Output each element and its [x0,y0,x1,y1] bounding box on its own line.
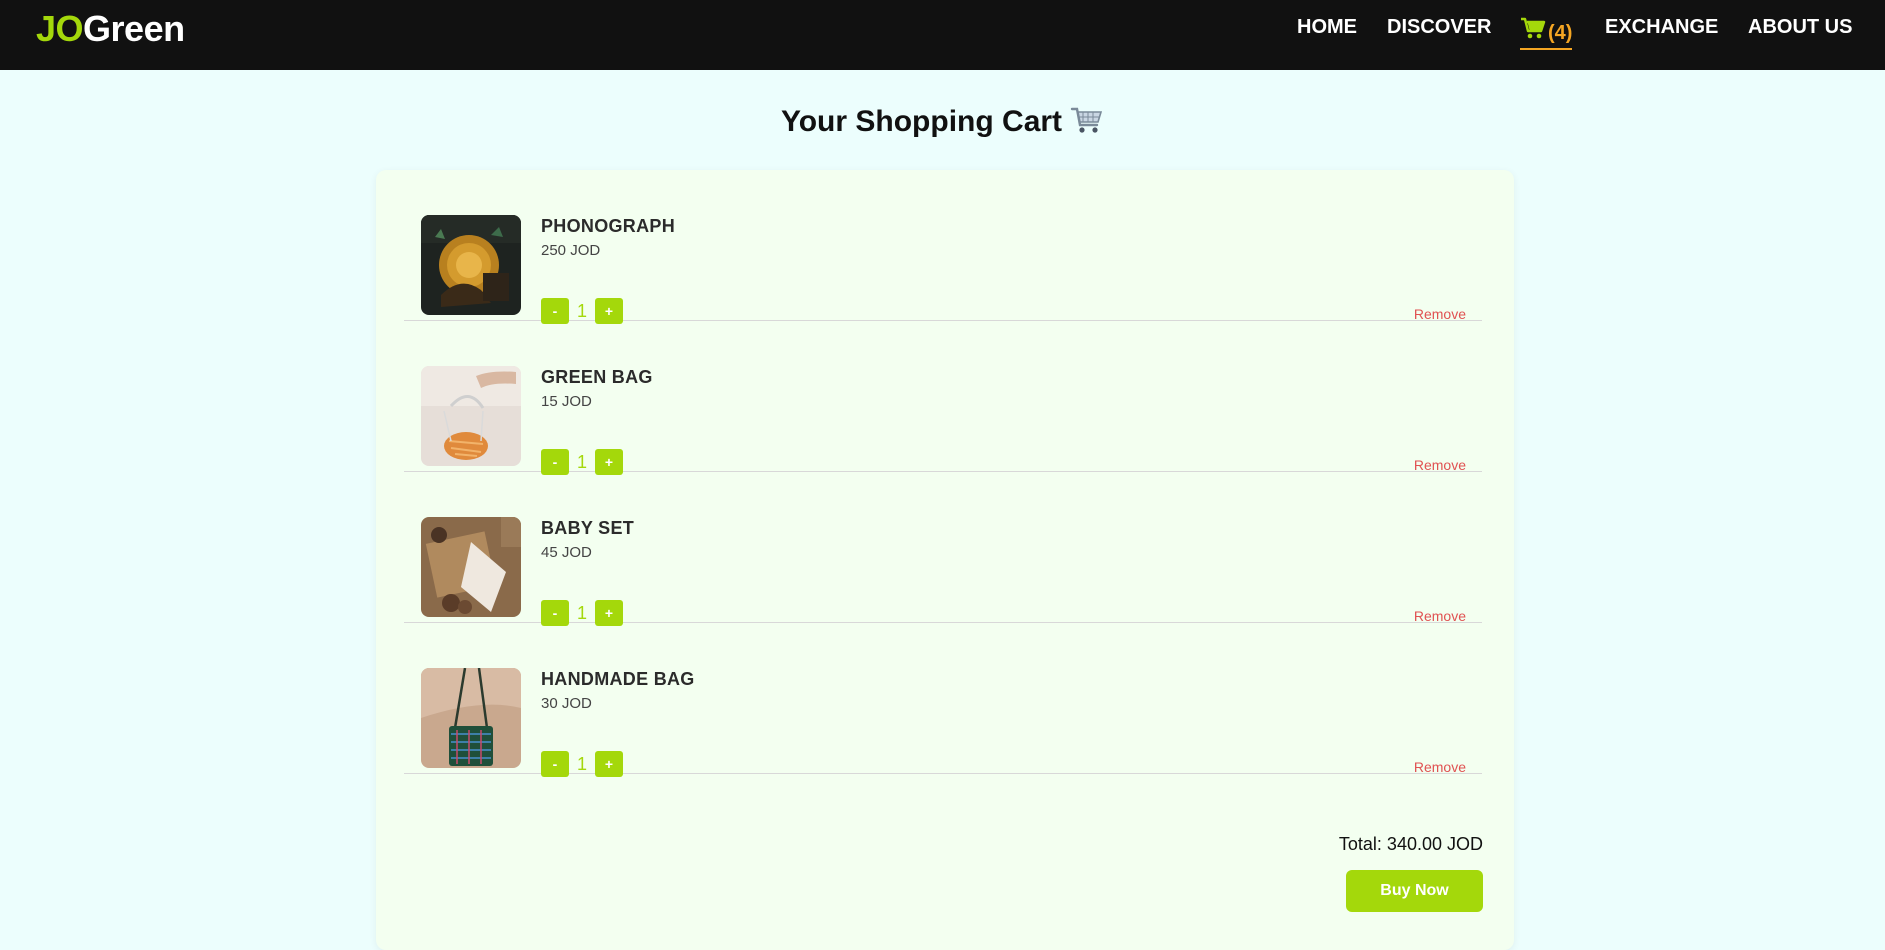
cart-item: PHONOGRAPH 250 JOD - 1 + Remove [404,170,1482,324]
shopping-cart-icon [1521,17,1546,39]
remove-item-button[interactable]: Remove [1414,608,1466,624]
phonograph-image [421,215,521,315]
product-price: 250 JOD [541,242,601,259]
handmade-bag-image [421,668,521,768]
cart-count-badge: (4) [1548,22,1573,44]
nav-discover-link[interactable]: DISCOVER [1387,14,1491,54]
decrease-quantity-button[interactable]: - [541,751,569,777]
product-thumbnail [421,517,521,617]
page-title-text: Your Shopping Cart [780,105,1063,138]
quantity-value: 1 [576,754,587,774]
nav-home-link[interactable]: HOME [1297,14,1357,54]
product-name: HANDMADE BAG [541,669,695,689]
cart-item: GREEN BAG 15 JOD - 1 + Remove [404,321,1482,475]
cart-item: BABY SET 45 JOD - 1 + Remove [404,472,1482,626]
cart-panel: PHONOGRAPH 250 JOD - 1 + Remove GREEN BA… [376,170,1514,950]
product-name: PHONOGRAPH [541,216,676,236]
increase-quantity-button[interactable]: + [595,751,623,777]
top-navbar: JOGreen HOME DISCOVER (4) EXCHANGE ABOUT… [0,0,1885,70]
remove-item-button[interactable]: Remove [1414,306,1466,322]
page-title: Your Shopping Cart [0,104,1885,140]
nav-exchange-link[interactable]: EXCHANGE [1605,14,1718,54]
product-thumbnail [421,215,521,315]
shopping-cart-emoji-icon [1070,107,1103,133]
nav-about-link[interactable]: ABOUT US [1748,14,1852,54]
nav-cart-link[interactable]: (4) [1520,14,1573,50]
logo[interactable]: JOGreen [36,9,185,49]
buy-now-button[interactable]: Buy Now [1346,870,1483,912]
logo-green: Green [83,8,185,49]
product-name: BABY SET [541,518,635,538]
product-price: 15 JOD [541,393,592,410]
product-price: 30 JOD [541,695,592,712]
product-thumbnail [421,366,521,466]
remove-item-button[interactable]: Remove [1414,457,1466,473]
logo-jo: JO [36,8,84,49]
product-price: 45 JOD [541,544,592,561]
green-bag-image [421,366,521,466]
product-name: GREEN BAG [541,367,653,387]
remove-item-button[interactable]: Remove [1414,759,1466,775]
product-thumbnail [421,668,521,768]
cart-total: Total: 340.00 JOD [1338,834,1483,854]
baby-set-image [421,517,521,617]
cart-item: HANDMADE BAG 30 JOD - 1 + Remove [404,623,1482,777]
